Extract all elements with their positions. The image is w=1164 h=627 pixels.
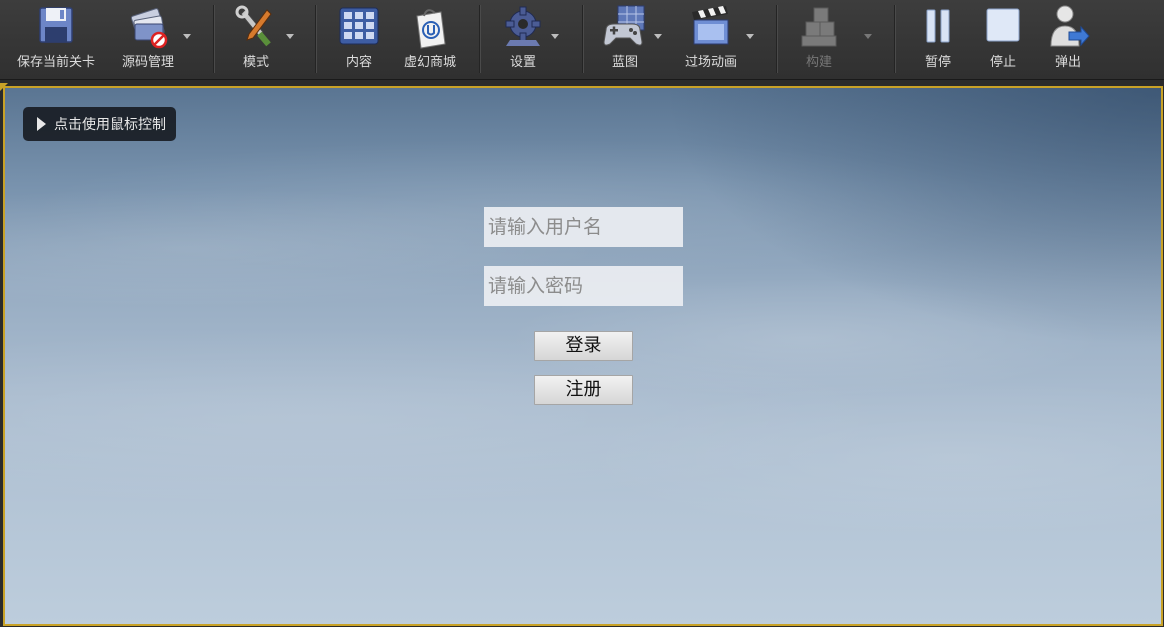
build-blocks-icon — [794, 2, 844, 52]
blueprints-button[interactable]: 蓝图 — [596, 2, 654, 78]
eject-button[interactable]: 弹出 — [1041, 2, 1095, 78]
main-toolbar: 保存当前关卡 源码管理 模式 内容 虚幻商城 设置 蓝图 过场动画 构建 暂停 … — [0, 0, 1164, 80]
blueprints-dropdown-arrow[interactable] — [654, 34, 662, 39]
register-button[interactable]: 注册 — [534, 375, 633, 405]
source-control-icon — [123, 2, 173, 52]
toolbar-separator — [582, 5, 583, 73]
build-label: 构建 — [805, 55, 832, 70]
mouse-control-hint-text: 点击使用鼠标控制 — [54, 117, 166, 133]
gamepad-icon — [600, 2, 650, 52]
modes-button[interactable]: 模式 — [226, 2, 286, 78]
floppy-disk-icon — [31, 2, 81, 52]
pause-icon — [913, 2, 963, 52]
source-control-button[interactable]: 源码管理 — [112, 2, 184, 78]
blueprints-label: 蓝图 — [611, 55, 638, 70]
modes-label: 模式 — [242, 55, 269, 70]
modes-dropdown-arrow[interactable] — [286, 34, 294, 39]
build-button[interactable]: 构建 — [790, 2, 848, 78]
cursor-icon — [37, 117, 46, 131]
stop-button[interactable]: 停止 — [976, 2, 1030, 78]
toolbar-separator — [776, 5, 777, 73]
eject-person-icon — [1043, 2, 1093, 52]
content-label: 内容 — [345, 55, 372, 70]
build-dropdown-arrow[interactable] — [864, 34, 872, 39]
clapperboard-icon — [686, 2, 736, 52]
game-viewport[interactable]: 点击使用鼠标控制 登录 注册 — [3, 86, 1163, 626]
toolbar-separator — [479, 5, 480, 73]
settings-button[interactable]: 设置 — [494, 2, 552, 78]
settings-label: 设置 — [509, 55, 536, 70]
password-input[interactable] — [484, 266, 683, 306]
content-button[interactable]: 内容 — [330, 2, 388, 78]
stop-label: 停止 — [989, 55, 1016, 70]
username-input[interactable] — [484, 207, 683, 247]
login-button[interactable]: 登录 — [534, 331, 633, 361]
mouse-control-hint[interactable]: 点击使用鼠标控制 — [23, 107, 176, 141]
cinematics-button[interactable]: 过场动画 — [676, 2, 746, 78]
stop-icon — [978, 2, 1028, 52]
toolbar-separator — [213, 5, 214, 73]
source-control-dropdown-arrow[interactable] — [183, 34, 191, 39]
gear-icon — [498, 2, 548, 52]
cinematics-dropdown-arrow[interactable] — [746, 34, 754, 39]
modes-tools-icon — [231, 2, 281, 52]
pause-label: 暂停 — [924, 55, 951, 70]
content-grid-icon — [334, 2, 384, 52]
eject-label: 弹出 — [1054, 55, 1081, 70]
marketplace-label: 虚幻商城 — [403, 55, 456, 70]
marketplace-button[interactable]: 虚幻商城 — [395, 2, 465, 78]
marketplace-bag-icon — [405, 2, 455, 52]
pause-button[interactable]: 暂停 — [911, 2, 965, 78]
source-control-label: 源码管理 — [121, 55, 174, 70]
save-level-button[interactable]: 保存当前关卡 — [8, 2, 104, 78]
cinematics-label: 过场动画 — [684, 55, 737, 70]
toolbar-separator — [315, 5, 316, 73]
settings-dropdown-arrow[interactable] — [551, 34, 559, 39]
save-level-label: 保存当前关卡 — [16, 55, 95, 70]
toolbar-separator — [894, 5, 895, 73]
